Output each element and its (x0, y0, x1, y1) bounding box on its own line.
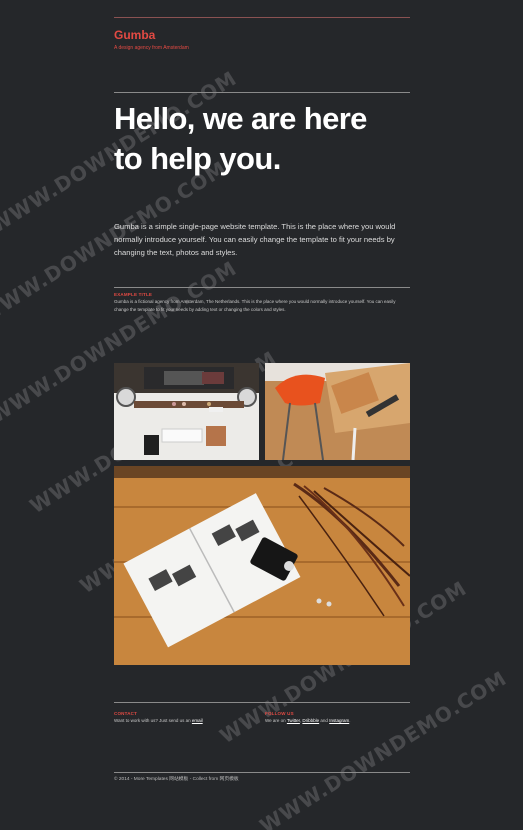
book-image (114, 466, 410, 665)
hero-divider (114, 92, 410, 93)
copyright-divider (114, 772, 410, 773)
brand: Gumba A design agency from Amsterdam (114, 28, 410, 52)
desk-photo (114, 363, 259, 460)
chair-image (265, 363, 410, 460)
watermark: WWW.DOWNDEMO.COM (255, 665, 512, 830)
section-divider (114, 287, 410, 288)
footer-follow: FOLLOW US We are on Twitter, Dribbble an… (265, 707, 405, 725)
copyright-text: © 2014 - More Templates 网站模板 - Collect f… (114, 777, 239, 782)
brand-tagline: A design agency from Amsterdam (114, 45, 189, 51)
footer-contact: CONTACT Want to work with us? Just send … (114, 707, 254, 725)
follow-and: and (320, 718, 328, 723)
twitter-link[interactable]: Twitter (287, 718, 300, 723)
top-divider (114, 17, 410, 18)
hero-line-1: Hello, we are here (114, 101, 367, 136)
dribbble-link[interactable]: Dribbble (302, 718, 319, 723)
hero-heading: Hello, we are here to help you. (114, 99, 410, 179)
brand-name[interactable]: Gumba (114, 28, 410, 42)
book-photo (114, 466, 410, 665)
instagram-link[interactable]: Instagram (329, 718, 349, 723)
follow-text: We are on Twitter, Dribbble and Instagra… (265, 718, 351, 723)
desk-image (114, 363, 259, 460)
follow-sentence: We are on (265, 718, 286, 723)
copyright: © 2014 - More Templates 网站模板 - Collect f… (114, 772, 410, 784)
example-text: Gumba is a fictional agency from Amsterd… (114, 299, 396, 312)
email-link[interactable]: email (192, 718, 203, 723)
chair-photo (265, 363, 410, 460)
contact-sentence: Want to work with us? Just send us an (114, 718, 191, 723)
page-content: Gumba A design agency from Amsterdam Hel… (114, 0, 410, 314)
hero-line-2: to help you. (114, 141, 281, 176)
contact-text: Want to work with us? Just send us an em… (114, 717, 254, 725)
footer-divider (114, 702, 410, 703)
intro-paragraph: Gumba is a simple single-page website te… (114, 222, 396, 257)
footer: CONTACT Want to work with us? Just send … (114, 702, 410, 723)
